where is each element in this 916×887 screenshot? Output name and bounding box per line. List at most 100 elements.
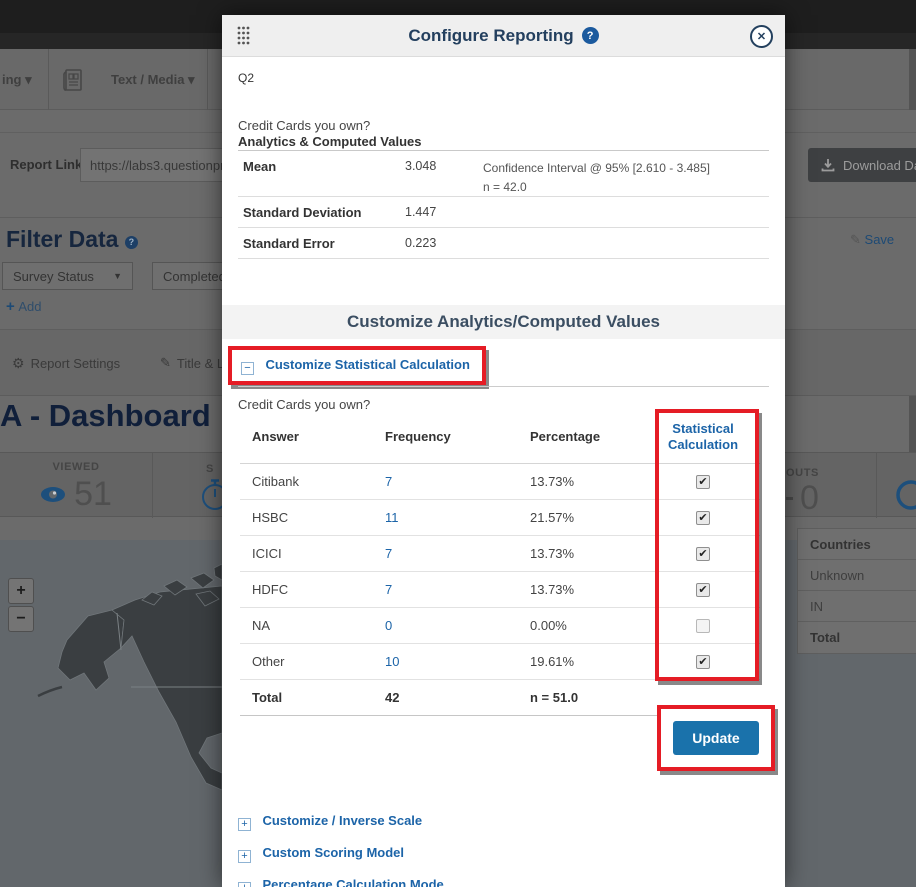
percentage-cell: 21.57% [518, 499, 646, 535]
pencil-icon: ✎ [850, 232, 861, 247]
save-report-link[interactable]: ✎ Save [850, 232, 894, 248]
frequency-link[interactable]: 7 [373, 535, 518, 571]
table-header-row: Answer Frequency Percentage Statistical … [240, 411, 760, 463]
add-filter-button[interactable]: + Add [6, 298, 42, 315]
table-row: NA 0 0.00% ✔ [240, 607, 760, 643]
answer-cell: ICICI [240, 535, 373, 571]
gear-icon: ⚙ [12, 355, 25, 372]
stat-calc-checkbox[interactable]: ✔ [696, 475, 710, 489]
toolbar-divider [48, 49, 49, 110]
modal-title: Configure Reporting [408, 26, 573, 46]
cut-icon-fragment [786, 497, 793, 500]
frequency-link[interactable]: 7 [373, 571, 518, 607]
percentage-cell: 13.73% [518, 535, 646, 571]
total-label: Total [240, 679, 373, 715]
tab-title-logo-label: Title & L [177, 356, 224, 371]
link-custom-scoring-model[interactable]: + Custom Scoring Model [238, 844, 444, 863]
stat-viewed: VIEWED 51 [0, 461, 152, 514]
analytics-row-stddev: Standard Deviation 1.447 [238, 197, 769, 228]
report-link-label: Report Link [10, 157, 82, 172]
analytics-heading: Analytics & Computed Values [238, 134, 422, 149]
link-label: Customize / Inverse Scale [262, 813, 422, 828]
countries-header: Countries [798, 529, 916, 560]
close-icon[interactable]: ✕ [750, 25, 773, 48]
col-stat-line1: Statistical [672, 421, 733, 436]
update-button[interactable]: Update [673, 721, 758, 755]
expand-icon[interactable]: + [238, 850, 251, 863]
confidence-interval: Confidence Interval @ 95% [2.610 - 3.485… [483, 161, 710, 175]
map-zoom-out-button[interactable]: − [8, 606, 34, 632]
stat-calc-checkbox[interactable]: ✔ [696, 655, 710, 669]
outs-value: 0 [800, 479, 819, 518]
link-label: Percentage Calculation Mode [262, 877, 443, 887]
toolbar-tab-text-media[interactable]: Text / Media ▾ [62, 49, 195, 110]
plus-icon: + [6, 298, 15, 315]
customize-section-heading: Customize Analytics/Computed Values [222, 305, 785, 339]
frequency-link[interactable]: 10 [373, 643, 518, 679]
stat-divider [152, 453, 153, 518]
download-data-label: Download Da [843, 158, 916, 173]
total-n: n = 51.0 [518, 679, 646, 715]
customize-stat-calc-label: Customize Statistical Calculation [265, 357, 469, 372]
frequency-link[interactable]: 0 [373, 607, 518, 643]
link-customize-inverse-scale[interactable]: + Customize / Inverse Scale [238, 812, 444, 831]
question-code: Q2 [238, 71, 254, 85]
tab-report-settings[interactable]: ⚙ Report Settings [12, 330, 120, 396]
outs-label: OUTS [786, 467, 819, 479]
toolbar-tab-truncated[interactable]: ing ▾ [2, 49, 32, 110]
total-frequency: 42 [373, 679, 518, 715]
modal-header: Configure Reporting ? ✕ [222, 15, 785, 57]
filter-help-icon[interactable]: ? [125, 236, 138, 249]
customize-stat-calc-toggle[interactable]: − Customize Statistical Calculation [241, 356, 470, 373]
completed-dropdown[interactable]: Completed [152, 262, 222, 290]
frequency-link[interactable]: 11 [373, 499, 518, 535]
download-data-button[interactable]: Download Da [808, 148, 916, 182]
statistical-calculation-table: Answer Frequency Percentage Statistical … [240, 411, 760, 716]
col-frequency: Frequency [373, 411, 518, 463]
chevron-down-icon: ▼ [113, 271, 122, 281]
answer-cell: Citibank [240, 463, 373, 499]
stat-calc-checkbox[interactable]: ✔ [696, 619, 710, 633]
eye-icon [40, 486, 66, 503]
drag-handle-icon[interactable] [237, 26, 250, 46]
text-media-label: Text / Media ▾ [111, 72, 195, 88]
toolbar-divider [207, 49, 208, 110]
map-zoom-in-button[interactable]: + [8, 578, 34, 604]
customize-links: + Customize / Inverse Scale + Custom Sco… [238, 812, 444, 887]
customize-question-text: Credit Cards you own? [238, 397, 370, 412]
expand-icon[interactable]: + [238, 882, 251, 887]
dashboard-title: A - Dashboard [0, 398, 211, 434]
stat-calc-checkbox[interactable]: ✔ [696, 511, 710, 525]
analytics-table: Mean 3.048 Confidence Interval @ 95% [2.… [238, 150, 769, 259]
tab-title-logo[interactable]: ✎ Title & L [160, 330, 224, 396]
percentage-cell: 0.00% [518, 607, 646, 643]
stat-calc-checkbox[interactable]: ✔ [696, 547, 710, 561]
col-statistical-calculation: Statistical Calculation [646, 411, 760, 463]
stat-calc-checkbox[interactable]: ✔ [696, 583, 710, 597]
download-icon [821, 158, 835, 172]
configure-reporting-modal: Configure Reporting ? ✕ Q2 Credit Cards … [222, 15, 785, 887]
viewed-label: VIEWED [0, 461, 152, 473]
country-row: IN [798, 591, 916, 622]
link-percentage-calculation-mode[interactable]: + Percentage Calculation Mode [238, 876, 444, 887]
expand-icon[interactable]: + [238, 818, 251, 831]
col-answer: Answer [240, 411, 373, 463]
countries-total-row: Total [798, 622, 916, 653]
annotation-box-stat-calc: − Customize Statistical Calculation [228, 346, 486, 385]
survey-status-value: Survey Status [13, 269, 94, 284]
help-icon[interactable]: ? [582, 27, 599, 44]
answer-cell: NA [240, 607, 373, 643]
analytics-value: 3.048 [405, 159, 483, 196]
analytics-value: 0.223 [405, 236, 483, 258]
countries-panel: Countries Unknown IN Total [797, 528, 916, 654]
collapse-icon[interactable]: − [241, 362, 254, 375]
table-row: Citibank 7 13.73% ✔ [240, 463, 760, 499]
frequency-link[interactable]: 7 [373, 463, 518, 499]
divider [238, 386, 769, 387]
survey-status-dropdown[interactable]: Survey Status ▼ [2, 262, 133, 290]
analytics-label: Standard Deviation [243, 205, 405, 227]
question-text: Credit Cards you own? [238, 118, 370, 133]
text-media-icon [62, 67, 84, 93]
stat-dropouts-partial: OUTS 0 [786, 467, 819, 518]
table-row: ICICI 7 13.73% ✔ [240, 535, 760, 571]
